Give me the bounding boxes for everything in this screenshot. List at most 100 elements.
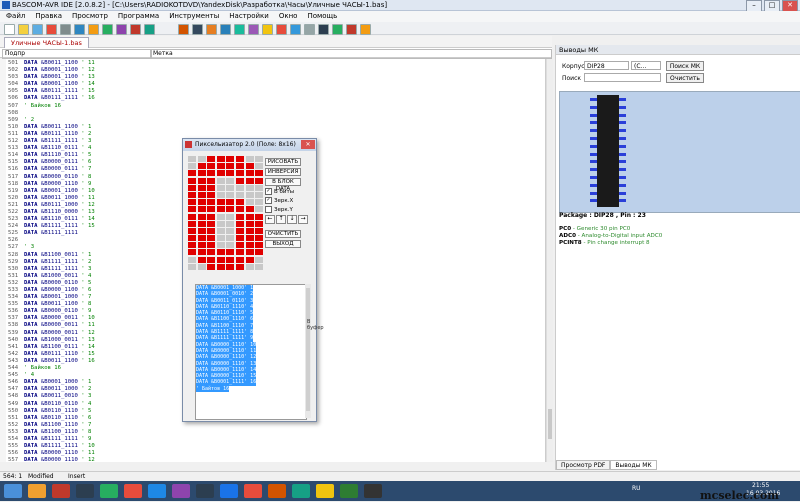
shift-right-button[interactable]: →: [298, 215, 308, 224]
pixel-cell[interactable]: [188, 184, 196, 191]
chip-pin-left[interactable]: [590, 144, 597, 148]
pixel-cell[interactable]: [216, 206, 225, 213]
dialog-close-button[interactable]: ✕: [301, 140, 315, 149]
pixel-cell[interactable]: [188, 263, 196, 270]
pixel-cell[interactable]: [235, 249, 244, 256]
pixel-cell[interactable]: [207, 184, 216, 191]
sub-dropdown[interactable]: Подпр: [2, 49, 152, 59]
pixel-cell[interactable]: [216, 242, 225, 249]
pixel-cell[interactable]: [197, 199, 206, 206]
pixel-cell[interactable]: [188, 170, 196, 177]
mirror-x-checkbox-box[interactable]: ✓: [265, 197, 272, 204]
pixel-cell[interactable]: [245, 256, 254, 263]
pixel-cell[interactable]: [255, 249, 264, 256]
clear-grid-button[interactable]: ОЧИСТИТЬ: [265, 230, 301, 238]
pixel-cell[interactable]: [235, 184, 244, 191]
output-scroll-thumb[interactable]: [306, 288, 310, 411]
pixel-cell[interactable]: [197, 220, 206, 227]
pixel-cell[interactable]: [188, 156, 196, 162]
pixel-cell[interactable]: [245, 263, 254, 270]
output-textarea[interactable]: DATA &B0001_1000' 1 DATA &B0001_0010' 2 DA…: [195, 284, 307, 420]
pixel-cell[interactable]: [255, 227, 264, 234]
file-tab[interactable]: Уличные ЧАСЫ-1.bas: [4, 37, 89, 48]
pixel-cell[interactable]: [235, 170, 244, 177]
menu-item-1[interactable]: Правка: [35, 11, 62, 22]
chip-pin-right[interactable]: [619, 98, 626, 101]
pixel-cell[interactable]: [207, 235, 216, 242]
pixel-cell[interactable]: [216, 227, 225, 234]
premiere-icon[interactable]: [172, 484, 190, 498]
pixel-cell[interactable]: [255, 242, 264, 249]
draw-button[interactable]: РИСОВАТЬ: [265, 158, 301, 166]
chip-view[interactable]: [559, 91, 800, 213]
pixel-cell[interactable]: [197, 191, 206, 198]
pixel-cell[interactable]: [226, 191, 235, 198]
bookmark-icon[interactable]: [290, 24, 301, 35]
pixel-cell[interactable]: [226, 206, 235, 213]
chip-pin-left[interactable]: [590, 168, 597, 172]
label-dropdown[interactable]: Метка: [150, 49, 552, 59]
pixel-cell[interactable]: [216, 184, 225, 191]
chip-pin-right[interactable]: [619, 183, 626, 187]
app-icon-teal[interactable]: [292, 484, 310, 498]
monitor-icon[interactable]: [76, 484, 94, 498]
pixel-cell[interactable]: [188, 235, 196, 242]
chip-pin-left[interactable]: [590, 183, 597, 187]
pixel-cell[interactable]: [207, 249, 216, 256]
pixel-cell[interactable]: [226, 170, 235, 177]
photoshop-alt-icon[interactable]: [220, 484, 238, 498]
case-variant-select[interactable]: (C...: [631, 61, 661, 70]
tab-pdf-view[interactable]: Просмотр PDF: [556, 460, 611, 470]
media-player-icon[interactable]: [124, 484, 142, 498]
save-icon[interactable]: [32, 24, 43, 35]
pixel-cell[interactable]: [235, 220, 244, 227]
pixel-cell[interactable]: [226, 163, 235, 170]
chip-pin-left[interactable]: [590, 176, 597, 179]
pixel-cell[interactable]: [197, 235, 206, 242]
pixel-cell[interactable]: [216, 220, 225, 227]
pixel-cell[interactable]: [207, 191, 216, 198]
pixel-cell[interactable]: [245, 242, 254, 249]
indent-icon[interactable]: [304, 24, 315, 35]
pixel-cell[interactable]: [216, 156, 225, 162]
layout-icon[interactable]: [346, 24, 357, 35]
pixel-cell[interactable]: [197, 256, 206, 263]
pixel-cell[interactable]: [188, 227, 196, 234]
output-scrollbar[interactable]: [305, 284, 311, 418]
chip-pin-right[interactable]: [619, 144, 626, 148]
pixel-cell[interactable]: [235, 256, 244, 263]
pixel-cell[interactable]: [235, 235, 244, 242]
pixel-cell[interactable]: [235, 163, 244, 170]
lcd-designer-icon[interactable]: [248, 24, 259, 35]
bits-checkbox-box[interactable]: ✓: [265, 188, 272, 195]
app-icon-red[interactable]: [244, 484, 262, 498]
pixel-cell[interactable]: [245, 235, 254, 242]
pixel-cell[interactable]: [188, 206, 196, 213]
chip-pin-right[interactable]: [619, 129, 626, 133]
wizard-icon[interactable]: [276, 24, 287, 35]
pixel-cell[interactable]: [255, 177, 264, 184]
pixel-cell[interactable]: [197, 249, 206, 256]
pixel-cell[interactable]: [197, 177, 206, 184]
terminal-icon[interactable]: [234, 24, 245, 35]
mirror-y-checkbox-box[interactable]: [265, 206, 272, 213]
pixel-cell[interactable]: [197, 227, 206, 234]
pixel-cell[interactable]: [197, 213, 206, 220]
search-input[interactable]: [584, 73, 661, 82]
mirror-x-checkbox[interactable]: ✓ Зерк.X: [265, 197, 293, 204]
program-chip-icon[interactable]: [206, 24, 217, 35]
chip-pin-left[interactable]: [590, 113, 597, 117]
pixel-cell[interactable]: [216, 191, 225, 198]
pixel-cell[interactable]: [255, 191, 264, 198]
pixel-cell[interactable]: [216, 263, 225, 270]
pixel-cell[interactable]: [216, 163, 225, 170]
pixel-cell[interactable]: [226, 184, 235, 191]
pixel-cell[interactable]: [235, 156, 244, 162]
pixel-cell[interactable]: [255, 184, 264, 191]
pixel-cell[interactable]: [255, 199, 264, 206]
chip-pin-right[interactable]: [619, 113, 626, 117]
print-icon[interactable]: [60, 24, 71, 35]
mirror-y-checkbox[interactable]: Зерк.Y: [265, 206, 293, 213]
open-folder-icon[interactable]: [18, 24, 29, 35]
pixel-cell[interactable]: [245, 156, 254, 162]
